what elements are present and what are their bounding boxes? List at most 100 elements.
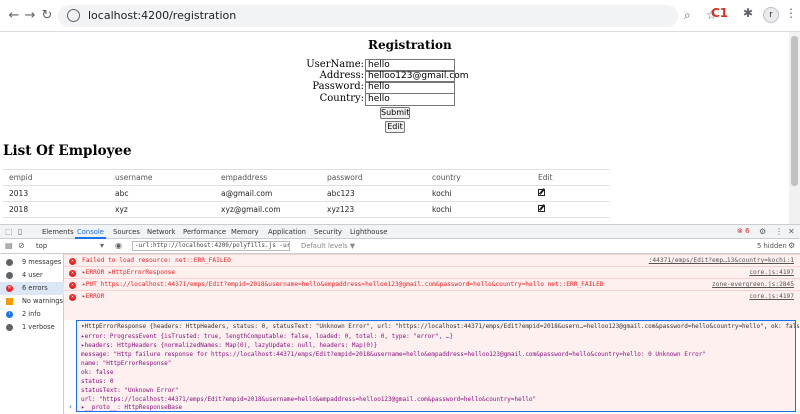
sidebar-item-verbose[interactable]: 1 verbose xyxy=(0,321,64,334)
source-link[interactable]: :44371/emps/Edit?emp…13&country=kochi:1 xyxy=(649,255,794,266)
sidebar-item-info[interactable]: i 2 info xyxy=(0,308,64,321)
error-icon: ✕ xyxy=(69,282,76,289)
inspect-icon[interactable]: ⬚ xyxy=(5,227,13,236)
edit-icon[interactable] xyxy=(538,205,545,212)
object-property[interactable]: ▸__proto__: HttpResponseBase xyxy=(81,403,182,412)
sidebar-item-label: 1 verbose xyxy=(22,323,55,331)
console-error-line: ✕ Failed to load resource: net::ERR_FAIL… xyxy=(64,254,800,266)
edit-icon[interactable] xyxy=(538,189,545,196)
object-summary[interactable]: ▾HttpErrorResponse {headers: HttpHeaders… xyxy=(81,322,800,331)
verbose-icon xyxy=(6,324,13,331)
console-settings-icon[interactable]: ⚙ xyxy=(788,241,795,250)
zoom-icon[interactable]: ⌕ xyxy=(684,8,691,23)
more-options-icon[interactable]: ⋮ xyxy=(775,227,783,236)
username-label: UserName: xyxy=(306,59,364,70)
employee-table: empid username empaddress password count… xyxy=(3,169,610,218)
column-header: username xyxy=(109,169,215,186)
cell-empaddress: a@gmail.com xyxy=(215,185,321,202)
console-error-line: ✕ ▸ERROR core.js:4197 xyxy=(64,290,800,320)
page-scrollbar[interactable] xyxy=(789,32,800,224)
console-prompt[interactable]: › xyxy=(68,402,73,411)
console-output: ✕ Failed to load resource: net::ERR_FAIL… xyxy=(64,254,800,414)
clear-console-icon[interactable]: ⊘ xyxy=(18,241,25,250)
sidebar-item-label: 2 info xyxy=(22,310,41,318)
context-dropdown-icon[interactable]: ▾ xyxy=(100,241,104,250)
devtools-tabbar: ⬚ ▯ Elements Console Sources Network Per… xyxy=(0,225,800,239)
cell-username: abc xyxy=(109,185,215,202)
object-property[interactable]: ▸error: ProgressEvent {isTrusted: true, … xyxy=(81,332,453,341)
submit-button[interactable]: Submit xyxy=(380,107,410,119)
table-row: 2018 xyz xyz@gmail.com xyz123 kochi xyxy=(3,201,610,218)
user-icon xyxy=(6,272,13,279)
console-message[interactable]: ▸ERROR xyxy=(82,293,104,300)
tab-lighthouse[interactable]: Lighthouse xyxy=(350,228,387,236)
menu-dots-icon[interactable]: ⋮ xyxy=(785,6,797,20)
error-icon: ✕ xyxy=(69,258,76,265)
source-link[interactable]: zone-evergreen.js:2845 xyxy=(712,279,794,290)
table-header-row: empid username empaddress password count… xyxy=(3,169,610,186)
console-error-line: ✕ ▸ERROR ▸HttpErrorResponse core.js:4197 xyxy=(64,266,800,278)
context-select[interactable]: top xyxy=(36,242,47,250)
sidebar-item-errors[interactable]: ✕ 6 errors xyxy=(0,282,64,295)
error-icon: ✕ xyxy=(69,294,76,301)
tab-memory[interactable]: Memory xyxy=(231,228,259,236)
page-content: Registration UserName: hello Address: he… xyxy=(0,32,789,224)
sidebar-item-label: 9 messages xyxy=(22,258,62,266)
tab-security[interactable]: Security xyxy=(314,228,342,236)
country-input[interactable]: hello xyxy=(365,93,455,106)
scrollbar-thumb[interactable] xyxy=(791,36,798,186)
source-link[interactable]: core.js:4197 xyxy=(749,291,794,303)
error-count-badge[interactable]: ⊗ 6 xyxy=(737,227,750,235)
console-message[interactable]: ▸ERROR ▸HttpErrorResponse xyxy=(82,269,175,276)
hidden-count: 5 hidden xyxy=(757,242,787,250)
sidebar-toggle-icon[interactable]: ▤ xyxy=(5,241,13,250)
edit-button[interactable]: Edit xyxy=(385,121,405,133)
object-property[interactable]: ▸headers: HttpHeaders {normalizedNames: … xyxy=(81,341,377,350)
tab-network[interactable]: Network xyxy=(147,228,175,236)
devtools-panel: ⬚ ▯ Elements Console Sources Network Per… xyxy=(0,224,800,414)
filter-input[interactable]: -url:http://localhost:4200/polyfills.js … xyxy=(132,241,290,251)
sidebar-item-warnings[interactable]: ! No warnings xyxy=(0,295,64,308)
url-text[interactable]: localhost:4200/registration xyxy=(88,9,236,22)
settings-gear-icon[interactable]: ⚙ xyxy=(759,227,766,236)
tab-application[interactable]: Application xyxy=(268,228,306,236)
column-header: empid xyxy=(3,169,109,186)
reload-icon[interactable]: ↻ xyxy=(39,8,55,23)
back-arrow-icon[interactable]: ← xyxy=(6,8,22,23)
cell-edit xyxy=(532,201,610,218)
cell-country: kochi xyxy=(426,201,532,218)
tab-performance[interactable]: Performance xyxy=(183,228,226,236)
extensions-puzzle-icon[interactable]: ✱ xyxy=(743,6,753,20)
log-levels-dropdown[interactable]: Default levels ▼ xyxy=(301,242,355,250)
address-bar[interactable]: localhost:4200/registration ⌕ ☆ xyxy=(58,5,717,27)
close-devtools-icon[interactable]: ✕ xyxy=(788,227,795,236)
cell-empid: 2013 xyxy=(3,185,109,202)
sidebar-item-label: 6 errors xyxy=(22,284,48,292)
password-label: Password: xyxy=(312,81,364,92)
tab-sources[interactable]: Sources xyxy=(113,228,140,236)
error-count: 6 xyxy=(745,227,750,235)
source-link[interactable]: core.js:4197 xyxy=(749,267,794,278)
browser-toolbar: ← → ↻ localhost:4200/registration ⌕ ☆ C1… xyxy=(0,0,800,32)
sidebar-item-user-messages[interactable]: 4 user mess... xyxy=(0,269,64,292)
object-property: statusText: "Unknown Error" xyxy=(81,387,179,394)
object-property: message: "Http failure response for http… xyxy=(81,351,706,358)
console-error-line: ✕ ▸PUT https://localhost:44371/emps/Edit… xyxy=(64,278,800,290)
error-object-expanded: ▾HttpErrorResponse {headers: HttpHeaders… xyxy=(76,320,800,412)
forward-arrow-icon[interactable]: → xyxy=(22,8,38,23)
eye-icon[interactable]: ◉ xyxy=(115,241,122,250)
extension-icon[interactable]: C1 xyxy=(711,6,728,20)
tab-console[interactable]: Console xyxy=(75,228,106,239)
tab-elements[interactable]: Elements xyxy=(42,228,74,236)
avatar[interactable]: r xyxy=(763,7,779,23)
cell-empaddress: xyz@gmail.com xyxy=(215,201,321,218)
cell-username: xyz xyxy=(109,201,215,218)
error-icon: ✕ xyxy=(6,285,13,292)
cell-password: abc123 xyxy=(321,185,426,202)
info-icon[interactable] xyxy=(67,9,80,22)
device-toggle-icon[interactable]: ▯ xyxy=(18,227,22,236)
cell-empid: 2018 xyxy=(3,201,109,218)
list-icon xyxy=(6,259,13,266)
console-message[interactable]: ▸PUT https://localhost:44371/emps/Edit?e… xyxy=(82,279,604,290)
sidebar-item-messages[interactable]: 9 messages xyxy=(0,256,64,269)
